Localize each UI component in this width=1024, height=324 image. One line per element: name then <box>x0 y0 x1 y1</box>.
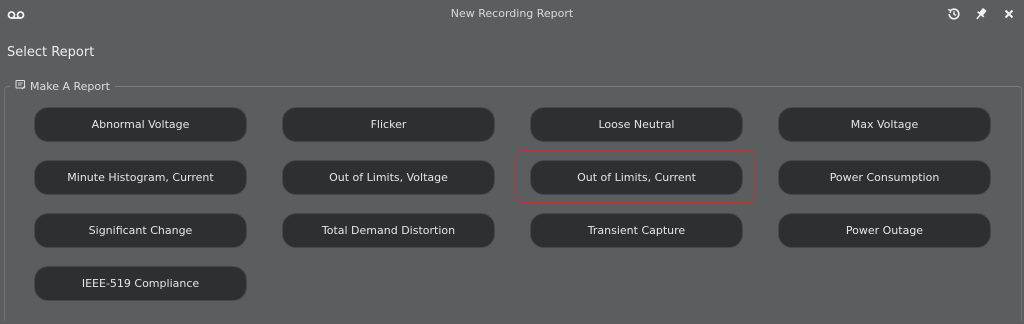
pin-button[interactable] <box>972 5 990 23</box>
close-button[interactable] <box>1000 5 1018 23</box>
group-legend-label: Make A Report <box>30 79 110 93</box>
report-button-out-of-limits-current[interactable]: Out of Limits, Current <box>530 160 743 195</box>
page-heading: Select Report <box>7 45 95 60</box>
pin-icon <box>974 7 988 21</box>
report-button-abnormal-voltage[interactable]: Abnormal Voltage <box>34 107 247 142</box>
report-button-flicker[interactable]: Flicker <box>282 107 495 142</box>
report-button-minute-histogram-current[interactable]: Minute Histogram, Current <box>34 160 247 195</box>
report-button-power-outage[interactable]: Power Outage <box>778 213 991 248</box>
report-button-transient-capture[interactable]: Transient Capture <box>530 213 743 248</box>
window-title: New Recording Report <box>450 7 574 20</box>
title-bar: New Recording Report <box>0 0 1024 28</box>
report-button-ieee-519-compliance[interactable]: IEEE-519 Compliance <box>34 266 247 301</box>
report-button-power-consumption[interactable]: Power Consumption <box>778 160 991 195</box>
report-icon <box>15 79 26 93</box>
group-legend: Make A Report <box>10 79 115 93</box>
report-button-total-demand-distortion[interactable]: Total Demand Distortion <box>282 213 495 248</box>
close-icon <box>1003 8 1015 20</box>
history-icon <box>947 7 961 21</box>
report-button-max-voltage[interactable]: Max Voltage <box>778 107 991 142</box>
report-button-significant-change[interactable]: Significant Change <box>34 213 247 248</box>
report-button-out-of-limits-voltage[interactable]: Out of Limits, Voltage <box>282 160 495 195</box>
report-button-loose-neutral[interactable]: Loose Neutral <box>530 107 743 142</box>
history-button[interactable] <box>945 5 963 23</box>
